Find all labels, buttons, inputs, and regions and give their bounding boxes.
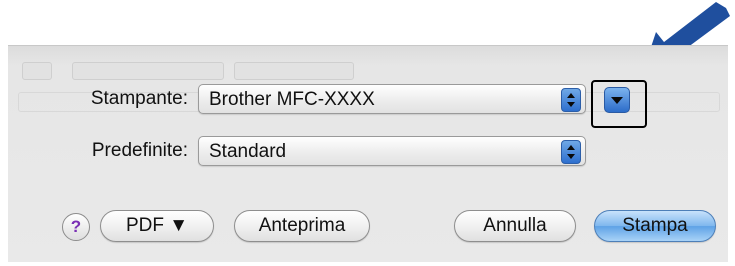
presets-popup[interactable]: Standard xyxy=(198,136,586,166)
pdf-button[interactable]: PDF ▼ xyxy=(100,210,214,242)
popup-stepper-icon xyxy=(561,88,581,112)
cancel-button[interactable]: Annulla xyxy=(454,210,576,242)
help-button[interactable]: ? xyxy=(62,213,90,241)
printer-popup-value: Brother MFC-XXXX xyxy=(209,89,375,110)
background-toolbar-ghost xyxy=(22,62,52,80)
popup-stepper-icon xyxy=(561,140,581,164)
preview-button[interactable]: Anteprima xyxy=(234,210,370,242)
print-button[interactable]: Stampa xyxy=(594,210,716,242)
disclosure-button[interactable] xyxy=(604,87,630,113)
printer-popup[interactable]: Brother MFC-XXXX xyxy=(198,84,586,114)
presets-popup-value: Standard xyxy=(209,141,287,162)
printer-label: Stampante: xyxy=(90,88,188,109)
presets-label: Predefinite: xyxy=(91,140,188,161)
background-toolbar-ghost xyxy=(72,62,224,80)
triangle-down-icon xyxy=(611,97,623,104)
background-toolbar-ghost xyxy=(234,62,354,80)
print-dialog: Stampante: Brother MFC-XXXX Predefinite:… xyxy=(8,45,728,262)
